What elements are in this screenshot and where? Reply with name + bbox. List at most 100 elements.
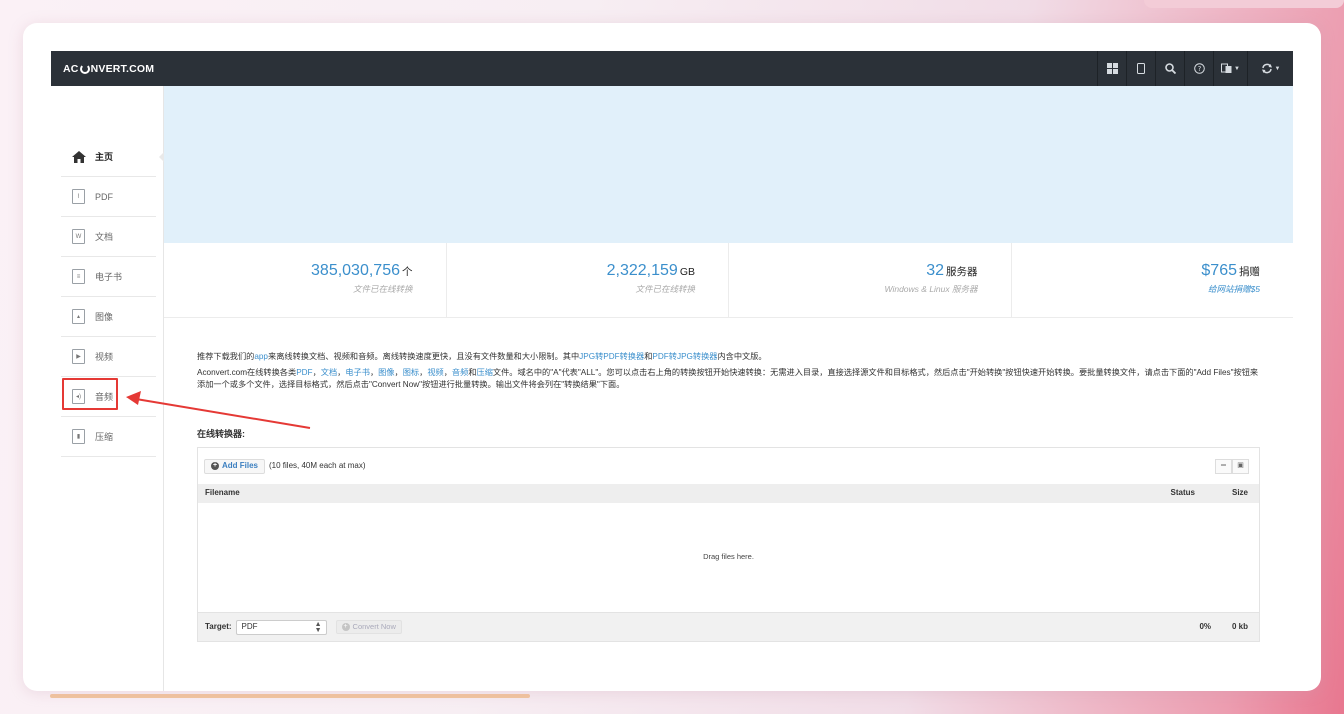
add-files-button[interactable]: + Add Files: [204, 458, 266, 474]
text: Aconvert.com在线转换各类: [197, 367, 297, 377]
sidebar-item-archive[interactable]: ▮ 压缩: [61, 417, 156, 457]
donate-link[interactable]: 给网站捐赠$5: [1012, 283, 1260, 295]
plus-icon: +: [211, 462, 219, 470]
pdf-to-jpg-link[interactable]: PDF转JPG转换器: [652, 352, 717, 361]
chevron-down-icon: ▼: [1234, 65, 1240, 72]
ad-banner: [164, 86, 1293, 243]
image-link[interactable]: 图像: [378, 368, 394, 377]
stat-caption: 文件已在线转换: [352, 284, 413, 294]
total-progress: 0%: [1199, 621, 1211, 631]
intro-paragraph-1: 推荐下载我们的app来离线转换文档、视频和音频。离线转换速度更快，且没有文件数量…: [197, 351, 1260, 364]
language-icon[interactable]: ▼: [1213, 51, 1247, 86]
sidebar-item-label: PDF: [95, 191, 113, 202]
converter-toolbar: + Add Files (10 files, 40M each at max) …: [198, 448, 1259, 484]
site-logo[interactable]: AC NVERT.COM: [63, 63, 154, 75]
svg-text:?: ?: [1197, 65, 1201, 73]
browser-page: AC NVERT.COM ? ▼ ▼ 主页 ⌇ PDF W 文档 ≡ 电子书 ▴…: [51, 51, 1293, 691]
sidebar-item-label: 视频: [95, 352, 114, 362]
column-status: Status: [1170, 488, 1195, 498]
chevron-down-icon: ▼: [1274, 65, 1281, 72]
pdf-icon: ⌇: [71, 189, 86, 204]
stat-value: 385,030,756: [311, 262, 400, 279]
stat-value: $765: [1201, 262, 1237, 279]
logo-text-left: AC: [63, 62, 79, 75]
archive-link[interactable]: 压缩: [477, 368, 493, 377]
stat-unit: 捐赠: [1239, 266, 1260, 278]
column-size: Size: [1231, 488, 1248, 498]
stat-value: 2,322,159: [606, 262, 678, 279]
thumbnail-view-icon[interactable]: ▣: [1232, 459, 1249, 474]
sidebar-item-home[interactable]: 主页: [61, 137, 167, 177]
intro-content: 推荐下载我们的app来离线转换文档、视频和音频。离线转换速度更快，且没有文件数量…: [164, 318, 1293, 642]
text: 来离线转换文档、视频和音频。离线转换速度更快，且没有文件数量和大小限制。其中: [268, 352, 580, 361]
sidebar-item-pdf[interactable]: ⌇ PDF: [61, 177, 156, 217]
converter-title: 在线转换器:: [197, 428, 245, 439]
stat-size: 2,322,159 GB 文件已在线转换: [447, 243, 729, 317]
intro-paragraph-2: Aconvert.com在线转换各类PDF，文档，电子书，图像，图标，视频，音频…: [197, 367, 1259, 390]
add-files-label: Add Files: [222, 460, 259, 470]
converter-footer: Target: PDF ▲ ▼ + Convert Now 0% 0 kb: [198, 613, 1259, 641]
sidebar-item-video[interactable]: ▶ 视频: [61, 337, 156, 377]
convert-now-label: Convert Now: [352, 621, 396, 631]
stat-unit: 服务器: [946, 266, 978, 278]
sidebar-item-image[interactable]: ▴ 图像: [61, 297, 156, 337]
sidebar-item-label: 文档: [95, 232, 114, 242]
video-icon: ▶: [71, 349, 86, 364]
sidebar-item-document[interactable]: W 文档: [61, 217, 156, 257]
stat-unit: GB: [679, 266, 695, 278]
top-navbar: AC NVERT.COM ? ▼ ▼: [51, 51, 1293, 86]
column-filename: Filename: [205, 488, 240, 498]
file-limit-note: (10 files, 40M each at max): [269, 460, 366, 470]
stat-donation: $765 捐赠 给网站捐赠$5: [1012, 243, 1294, 317]
stat-value: 32: [926, 262, 944, 279]
list-view-icon[interactable]: ═: [1215, 459, 1232, 474]
screenshot-card: AC NVERT.COM ? ▼ ▼ 主页 ⌇ PDF W 文档 ≡ 电子书 ▴…: [23, 23, 1321, 691]
app-link[interactable]: app: [254, 352, 268, 361]
target-label: Target:: [205, 621, 232, 631]
sidebar-item-label: 主页: [95, 152, 114, 162]
stat-servers: 32 服务器 Windows & Linux 服务器: [729, 243, 1012, 317]
plus-icon: +: [341, 623, 350, 631]
file-drop-zone[interactable]: Drag files here.: [198, 503, 1259, 613]
background-progress-line: [50, 694, 530, 698]
document-link[interactable]: 文档: [321, 368, 337, 377]
archive-icon: ▮: [71, 429, 86, 444]
sidebar-item-label: 压缩: [95, 432, 114, 442]
pdf-link[interactable]: PDF: [296, 368, 312, 377]
search-icon[interactable]: [1155, 51, 1184, 86]
total-size: 0 kb: [1231, 621, 1248, 631]
target-format-select[interactable]: PDF ▲ ▼: [235, 619, 327, 635]
main-content: 385,030,756 个 文件已在线转换 2,322,159 GB 文件已在线转换…: [164, 86, 1293, 691]
audio-highlight-box: [62, 378, 118, 410]
home-icon: [71, 149, 86, 164]
logo-text-right: NVERT.COM: [90, 62, 155, 75]
convert-now-button[interactable]: + Convert Now: [335, 620, 402, 634]
grid-icon[interactable]: [1097, 51, 1126, 86]
view-toggle: ═ ▣: [1215, 459, 1249, 474]
target-format-value: PDF: [241, 621, 258, 631]
stats-row: 385,030,756 个 文件已在线转换 2,322,159 GB 文件已在线转换…: [164, 243, 1293, 318]
stat-caption: 文件已在线转换: [635, 284, 695, 294]
text: 推荐下载我们的: [197, 352, 255, 361]
navbar-icons: ? ▼ ▼: [1097, 51, 1293, 86]
sidebar-item-label: 图像: [95, 312, 114, 322]
tablet-icon[interactable]: [1126, 51, 1155, 86]
background-accent: [1144, 0, 1344, 8]
document-icon: W: [71, 229, 86, 244]
video-link[interactable]: 视频: [427, 368, 443, 377]
logo-cycle-icon: [79, 63, 90, 74]
sidebar: 主页 ⌇ PDF W 文档 ≡ 电子书 ▴ 图像 ▶ 视频 ◂) 音频 ▮ 压缩: [51, 86, 167, 691]
stat-files: 385,030,756 个 文件已在线转换: [164, 243, 447, 317]
convert-icon[interactable]: ▼: [1247, 51, 1293, 86]
page-body: 主页 ⌇ PDF W 文档 ≡ 电子书 ▴ 图像 ▶ 视频 ◂) 音频 ▮ 压缩…: [51, 86, 1293, 691]
stat-unit: 个: [402, 266, 413, 278]
sidebar-item-ebook[interactable]: ≡ 电子书: [61, 257, 156, 297]
drop-hint: Drag files here.: [703, 552, 754, 562]
help-icon[interactable]: ?: [1184, 51, 1213, 86]
icon-link[interactable]: 图标: [403, 368, 419, 377]
ebook-link[interactable]: 电子书: [345, 368, 370, 377]
sidebar-item-label: 电子书: [95, 272, 123, 282]
jpg-to-pdf-link[interactable]: JPG转PDF转换器: [579, 352, 644, 361]
audio-link[interactable]: 音频: [452, 368, 468, 377]
stat-caption: Windows & Linux 服务器: [884, 284, 978, 294]
